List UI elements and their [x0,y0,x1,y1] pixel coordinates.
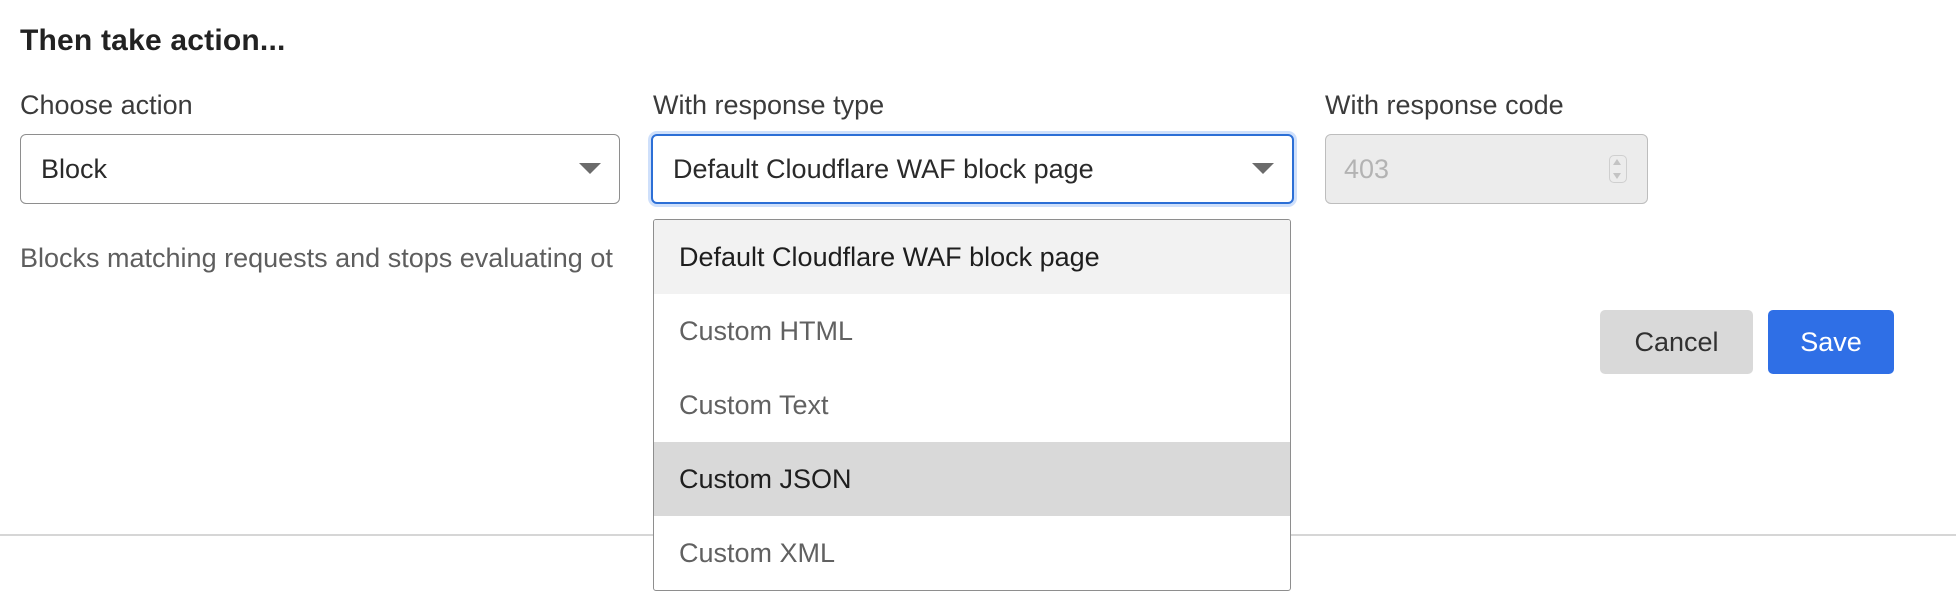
response-type-value: Default Cloudflare WAF block page [673,153,1094,184]
choose-action-select[interactable]: Block [20,134,620,204]
action-description: Blocks matching requests and stops evalu… [20,243,613,273]
cancel-button[interactable]: Cancel [1600,310,1753,374]
dropdown-option-custom-xml[interactable]: Custom XML [654,516,1290,590]
dropdown-option-custom-text[interactable]: Custom Text [654,368,1290,442]
save-button[interactable]: Save [1768,310,1894,374]
response-type-label: With response type [653,90,885,120]
dropdown-option-custom-json[interactable]: Custom JSON [654,442,1290,516]
number-stepper-icon[interactable] [1609,155,1627,183]
response-code-value: 403 [1344,153,1390,184]
chevron-down-icon [579,163,601,174]
choose-action-value: Block [41,153,108,184]
dropdown-option-custom-html[interactable]: Custom HTML [654,294,1290,368]
response-code-label: With response code [1325,90,1564,120]
response-code-input[interactable]: 403 [1325,134,1648,204]
chevron-down-icon [1252,163,1274,174]
choose-action-label: Choose action [20,90,193,120]
response-type-select[interactable]: Default Cloudflare WAF block page [651,134,1294,204]
section-heading: Then take action... [20,24,286,57]
response-type-dropdown-menu: Default Cloudflare WAF block page Custom… [653,219,1291,591]
dropdown-option-default-waf[interactable]: Default Cloudflare WAF block page [654,220,1290,294]
